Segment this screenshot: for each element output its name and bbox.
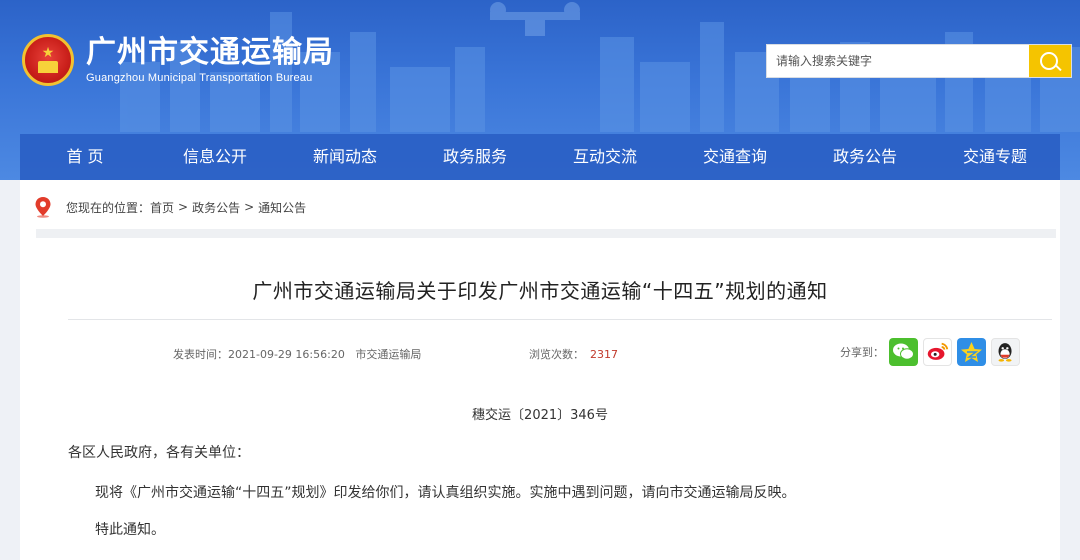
article-title: 广州市交通运输局关于印发广州市交通运输“十四五”规划的通知 xyxy=(252,279,828,303)
location-pin-icon xyxy=(35,197,51,218)
nav-item-traffic-query[interactable]: 交通查询 xyxy=(670,134,800,180)
breadcrumb-notices[interactable]: 通知公告 xyxy=(258,199,306,216)
nav-item-news[interactable]: 新闻动态 xyxy=(280,134,410,180)
publish-info: 发表时间：2021-09-29 16:56:20 市交通运输局 xyxy=(173,346,421,362)
nav-item-government-services[interactable]: 政务服务 xyxy=(410,134,540,180)
main-nav: 首 页 信息公开 新闻动态 政务服务 互动交流 交通查询 政务公告 交通专题 xyxy=(20,134,1060,180)
page-edge xyxy=(1062,180,1080,560)
breadcrumb-announcements[interactable]: 政务公告 xyxy=(192,199,240,216)
title-divider xyxy=(68,319,1052,320)
nav-item-interaction[interactable]: 互动交流 xyxy=(540,134,670,180)
qq-icon[interactable] xyxy=(991,338,1020,366)
content-panel: 您现在的位置： 首页 > 政务公告 > 通知公告 广州市交通运输局关于印发广州市… xyxy=(20,180,1060,560)
share-label: 分享到： xyxy=(840,346,884,359)
search-box xyxy=(766,44,1072,78)
breadcrumb-home[interactable]: 首页 xyxy=(150,199,174,216)
article-body: 现将《广州市交通运输“十四五”规划》印发给你们，请认真组织实施。实施中遇到问题，… xyxy=(95,485,796,501)
site-logo[interactable]: ★ 广州市交通运输局 Guangzhou Municipal Transport… xyxy=(22,34,334,86)
qzone-icon[interactable] xyxy=(957,338,986,366)
share-bar: 分享到： xyxy=(840,338,1020,366)
breadcrumb-separator: > xyxy=(178,200,189,214)
views-label: 浏览次数： xyxy=(529,348,584,361)
breadcrumb-prefix: 您现在的位置： xyxy=(66,200,151,215)
site-name-cn: 广州市交通运输局 xyxy=(86,35,334,70)
article-source: 市交通运输局 xyxy=(355,348,422,361)
divider-bar xyxy=(36,229,1056,238)
search-input[interactable] xyxy=(767,45,1029,77)
search-icon xyxy=(1040,52,1058,70)
article-closing: 特此通知。 xyxy=(95,522,165,538)
site-name-en: Guangzhou Municipal Transportation Burea… xyxy=(86,72,313,84)
search-button[interactable] xyxy=(1029,45,1071,77)
nav-item-home[interactable]: 首 页 xyxy=(20,134,150,180)
weibo-icon[interactable] xyxy=(923,338,952,366)
publish-label: 发表时间： xyxy=(173,348,228,361)
view-count: 2317 xyxy=(590,348,618,361)
publish-time: 2021-09-29 16:56:20 xyxy=(228,348,345,361)
view-count-info: 浏览次数： 2317 xyxy=(529,346,618,362)
article-salutation: 各区人民政府，各有关单位： xyxy=(68,445,250,461)
nav-item-announcements[interactable]: 政务公告 xyxy=(800,134,930,180)
national-emblem-icon: ★ xyxy=(22,34,74,86)
breadcrumb-separator: > xyxy=(244,200,255,214)
wechat-icon[interactable] xyxy=(889,338,918,366)
nav-item-info-disclosure[interactable]: 信息公开 xyxy=(150,134,280,180)
breadcrumb: 您现在的位置： 首页 > 政务公告 > 通知公告 xyxy=(34,196,306,218)
nav-item-traffic-topics[interactable]: 交通专题 xyxy=(930,134,1060,180)
document-number: 穗交运〔2021〕346号 xyxy=(472,408,608,423)
